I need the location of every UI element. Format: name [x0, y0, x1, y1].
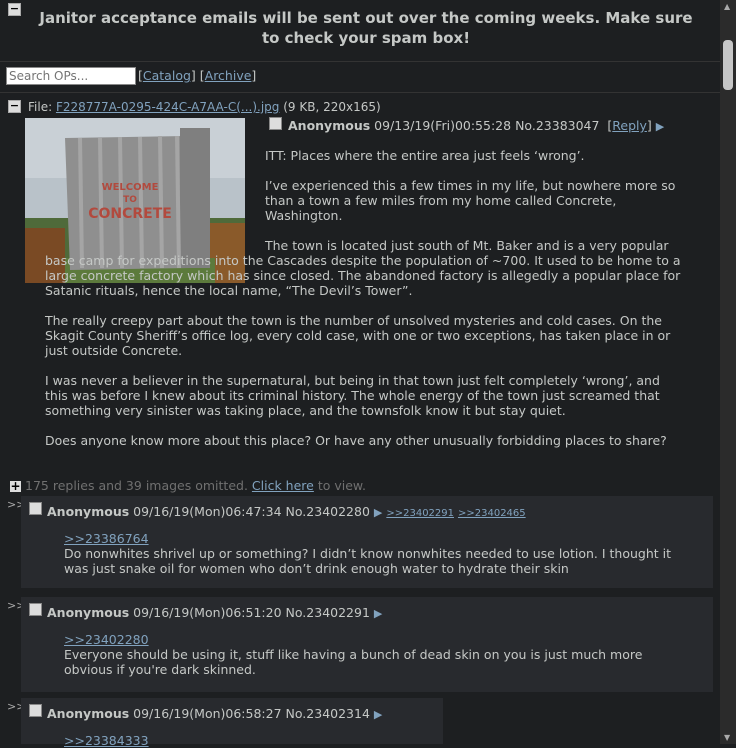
reply-post: Anonymous 09/16/19(Mon)06:47:34 No.23402… — [21, 496, 713, 588]
post-number[interactable]: No.23402314 — [286, 706, 370, 721]
reply-message: Everyone should be using it, stuff like … — [64, 647, 643, 677]
op-select-checkbox[interactable] — [269, 117, 282, 130]
quote-link[interactable]: >>23402280 — [64, 632, 149, 647]
reply-header: Anonymous 09/16/19(Mon)06:47:34 No.23402… — [47, 504, 526, 519]
omitted-replies-notice: +175 replies and 39 images omitted. Clic… — [10, 478, 366, 493]
reply-select-checkbox[interactable] — [29, 603, 42, 616]
quote-link[interactable]: >>23386764 — [64, 531, 149, 546]
scrollbar-thumb[interactable] — [723, 40, 733, 90]
reply-select-checkbox[interactable] — [29, 502, 42, 515]
op-paragraph: The really creepy part about the town is… — [45, 313, 671, 358]
hide-thread-button[interactable]: − — [8, 100, 21, 113]
divider — [0, 92, 720, 93]
post-menu-arrow-icon[interactable]: ▶ — [374, 506, 382, 519]
post-datetime: 09/16/19(Mon)06:47:34 — [133, 504, 282, 519]
post-datetime: 09/13/19(Fri)00:55:28 — [374, 118, 512, 133]
reply-message: Do nonwhites shrivel up or something? I … — [64, 546, 671, 576]
omitted-text: 175 replies and 39 images omitted. — [25, 478, 248, 493]
reply-select-checkbox[interactable] — [29, 704, 42, 717]
op-message: ITT: Places where the entire area just f… — [45, 148, 685, 463]
catalog-link[interactable]: Catalog — [143, 68, 191, 83]
op-post-header: Anonymous 09/13/19(Fri)00:55:28 No.23383… — [288, 118, 665, 133]
expand-thread-button[interactable]: + — [10, 480, 21, 492]
divider — [0, 61, 720, 62]
archive-link[interactable]: Archive — [205, 68, 252, 83]
poster-name: Anonymous — [47, 706, 130, 721]
poster-name: Anonymous — [47, 605, 130, 620]
scroll-down-arrow-icon[interactable]: ▼ — [724, 733, 730, 742]
op-paragraph: I was never a believer in the supernatur… — [45, 373, 660, 418]
file-info: File: F228777A-0295-424C-A7AA-C(...).jpg… — [28, 100, 381, 114]
banner-collapse-button[interactable]: − — [8, 3, 21, 16]
op-paragraph: ITT: Places where the entire area just f… — [265, 148, 585, 163]
backlink[interactable]: >>23402465 — [458, 508, 526, 519]
omitted-suffix: to view. — [317, 478, 366, 493]
post-datetime: 09/16/19(Mon)06:58:27 — [133, 706, 282, 721]
post-datetime: 09/16/19(Mon)06:51:20 — [133, 605, 282, 620]
post-menu-arrow-icon[interactable]: ▶ — [656, 120, 664, 133]
click-here-link[interactable]: Click here — [252, 478, 314, 493]
reply-post: Anonymous 09/16/19(Mon)06:51:20 No.23402… — [21, 597, 713, 692]
file-link[interactable]: F228777A-0295-424C-A7AA-C(...).jpg — [56, 100, 279, 114]
backlink[interactable]: >>23402291 — [386, 508, 454, 519]
post-number[interactable]: No.23402280 — [286, 504, 370, 519]
poster-name: Anonymous — [288, 118, 371, 133]
post-menu-arrow-icon[interactable]: ▶ — [374, 708, 382, 721]
reply-post: Anonymous 09/16/19(Mon)06:58:27 No.23402… — [21, 698, 443, 748]
reply-header: Anonymous 09/16/19(Mon)06:58:27 No.23402… — [47, 706, 382, 721]
file-label: File: — [28, 100, 53, 114]
announcement-banner: Janitor acceptance emails will be sent o… — [39, 9, 693, 47]
post-number[interactable]: No.23383047 — [515, 118, 599, 133]
reply-header: Anonymous 09/16/19(Mon)06:51:20 No.23402… — [47, 605, 382, 620]
quote-link[interactable]: >>23384333 — [64, 733, 149, 748]
op-paragraph: Does anyone know more about this place? … — [45, 433, 667, 448]
board-nav: [Catalog] [Archive] — [138, 68, 257, 83]
scroll-up-arrow-icon[interactable]: ▲ — [724, 2, 730, 11]
search-ops-input[interactable] — [6, 67, 136, 85]
page-scrollbar[interactable]: ▲ ▼ — [720, 0, 736, 744]
poster-name: Anonymous — [47, 504, 130, 519]
op-paragraph: The town is located just south of Mt. Ba… — [45, 238, 681, 298]
file-meta: (9 KB, 220x165) — [283, 100, 381, 114]
post-menu-arrow-icon[interactable]: ▶ — [374, 607, 382, 620]
reply-link[interactable]: Reply — [612, 118, 647, 133]
op-paragraph: I’ve experienced this a few times in my … — [265, 178, 676, 223]
post-number[interactable]: No.23402291 — [286, 605, 370, 620]
